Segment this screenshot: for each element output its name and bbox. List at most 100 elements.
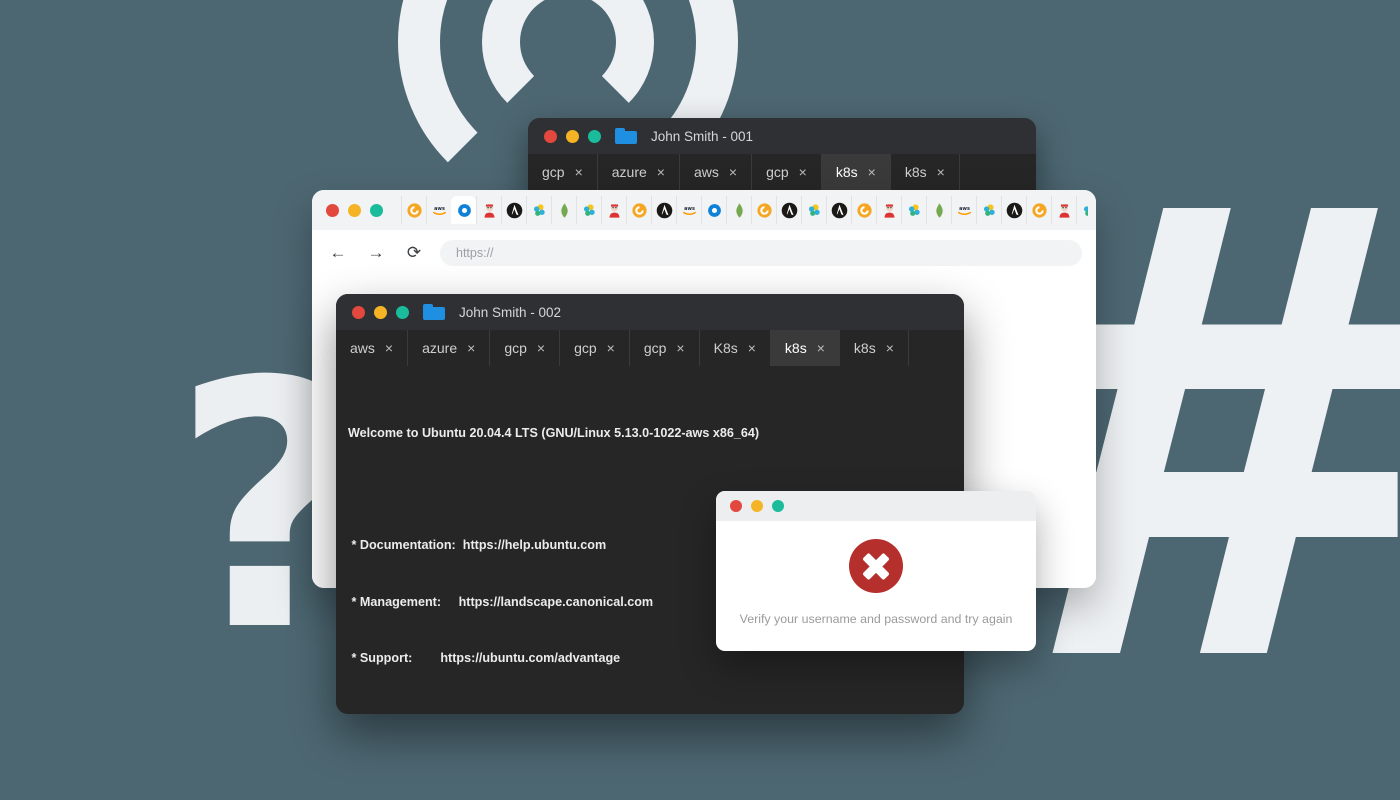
browser-tab-19[interactable] xyxy=(876,196,901,224)
terminal-tab-aws-0[interactable]: aws × xyxy=(336,330,409,366)
browser-tab-27[interactable] xyxy=(1076,196,1088,224)
tab-label: aws xyxy=(350,340,375,356)
tab-close-icon[interactable]: × xyxy=(607,341,615,355)
browser-tab-16[interactable] xyxy=(801,196,826,224)
browser-tab-9[interactable] xyxy=(626,196,651,224)
kubernetes-icon xyxy=(906,202,923,219)
terminal-tab-k8s-5[interactable]: k8s × xyxy=(891,154,960,190)
tab-close-icon[interactable]: × xyxy=(799,165,807,179)
tab-close-icon[interactable]: × xyxy=(868,165,876,179)
tab-close-icon[interactable]: × xyxy=(729,165,737,179)
azure-ring-icon xyxy=(456,202,473,219)
terminal-tab-azure-1[interactable]: azure × xyxy=(598,154,680,190)
close-button-icon[interactable] xyxy=(352,305,365,319)
browser-tab-5[interactable] xyxy=(526,196,551,224)
browser-tab-23[interactable] xyxy=(976,196,1001,224)
browser-tab-15[interactable] xyxy=(776,196,801,224)
browser-tab-20[interactable] xyxy=(901,196,926,224)
browser-tab-7[interactable] xyxy=(576,196,601,224)
traffic-lights-front[interactable] xyxy=(352,305,409,319)
maximize-button-icon[interactable] xyxy=(588,129,601,143)
error-dialog[interactable]: Verify your username and password and tr… xyxy=(716,491,1036,651)
tab-close-icon[interactable]: × xyxy=(657,165,665,179)
folder-icon xyxy=(615,128,637,144)
url-input[interactable]: https:// xyxy=(440,240,1082,266)
mongodb-icon xyxy=(931,202,948,219)
tab-close-icon[interactable]: × xyxy=(937,165,945,179)
forward-arrow-icon[interactable]: → xyxy=(364,241,388,265)
browser-tabstrip[interactable]: aws aws aws xyxy=(312,190,1096,230)
browser-tab-22[interactable]: aws xyxy=(951,196,976,224)
terminal-tab-gcp-2[interactable]: gcp × xyxy=(490,330,561,366)
close-button-icon[interactable] xyxy=(730,500,742,512)
minimize-button-icon[interactable] xyxy=(751,500,763,512)
traffic-lights-browser[interactable] xyxy=(326,203,383,217)
tab-close-icon[interactable]: × xyxy=(537,341,545,355)
browser-tab-8[interactable] xyxy=(601,196,626,224)
kubernetes-icon xyxy=(531,202,548,219)
browser-tab-14[interactable] xyxy=(751,196,776,224)
browser-tab-26[interactable] xyxy=(1051,196,1076,224)
browser-tab-0[interactable] xyxy=(401,196,426,224)
terminal-tab-aws-2[interactable]: aws × xyxy=(680,154,753,190)
browser-tab-10[interactable] xyxy=(651,196,676,224)
maximize-button-icon[interactable] xyxy=(772,500,784,512)
browser-tab-1[interactable]: aws xyxy=(426,196,451,224)
kubernetes-icon xyxy=(1081,202,1088,219)
browser-tab-18[interactable] xyxy=(851,196,876,224)
browser-tab-6[interactable] xyxy=(551,196,576,224)
tab-close-icon[interactable]: × xyxy=(467,341,475,355)
browser-toolbar[interactable]: ← → ⟳ https:// xyxy=(312,230,1096,276)
terminal-tab-gcp-3[interactable]: gcp × xyxy=(752,154,822,190)
ansible-icon xyxy=(781,202,798,219)
grafana-icon xyxy=(1031,202,1048,219)
tab-close-icon[interactable]: × xyxy=(385,341,393,355)
terminal-tab-k8s-6[interactable]: k8s × xyxy=(770,330,840,366)
jenkins-icon xyxy=(1056,202,1073,219)
tab-bar-back[interactable]: gcp × azure × aws × gcp × k8s × k8s × xyxy=(528,154,1036,190)
folder-icon xyxy=(423,304,445,320)
close-button-icon[interactable] xyxy=(326,203,339,217)
favicon-tab-list[interactable]: aws aws aws xyxy=(401,196,1088,224)
browser-tab-4[interactable] xyxy=(501,196,526,224)
minimize-button-icon[interactable] xyxy=(348,203,361,217)
browser-tab-24[interactable] xyxy=(1001,196,1026,224)
browser-tab-25[interactable] xyxy=(1026,196,1051,224)
tab-close-icon[interactable]: × xyxy=(676,341,684,355)
browser-tab-17[interactable] xyxy=(826,196,851,224)
terminal-tab-azure-1[interactable]: azure × xyxy=(408,330,491,366)
back-arrow-icon[interactable]: ← xyxy=(326,241,350,265)
kubernetes-icon xyxy=(981,202,998,219)
browser-tab-12[interactable] xyxy=(701,196,726,224)
traffic-lights-back[interactable] xyxy=(544,129,601,143)
minimize-button-icon[interactable] xyxy=(566,129,579,143)
maximize-button-icon[interactable] xyxy=(370,203,383,217)
browser-tab-11[interactable]: aws xyxy=(676,196,701,224)
terminal-tab-k8s-5[interactable]: K8s × xyxy=(700,330,771,366)
traffic-lights-dialog[interactable] xyxy=(730,500,784,512)
grafana-icon xyxy=(631,202,648,219)
reload-icon[interactable]: ⟳ xyxy=(402,241,426,265)
terminal-tab-gcp-3[interactable]: gcp × xyxy=(560,330,630,366)
tab-close-icon[interactable]: × xyxy=(748,341,756,355)
terminal-tab-gcp-4[interactable]: gcp × xyxy=(630,330,700,366)
tab-bar-front[interactable]: aws × azure × gcp × gcp × gcp × K8s × k8s × k8s × xyxy=(336,330,964,366)
terminal-tab-gcp-0[interactable]: gcp × xyxy=(528,154,598,190)
browser-tab-13[interactable] xyxy=(726,196,751,224)
aws-icon: aws xyxy=(681,202,698,219)
tab-close-icon[interactable]: × xyxy=(817,341,825,355)
ansible-icon xyxy=(1006,202,1023,219)
tab-close-icon[interactable]: × xyxy=(575,165,583,179)
close-button-icon[interactable] xyxy=(544,129,557,143)
tab-close-icon[interactable]: × xyxy=(886,341,894,355)
terminal-tab-k8s-4[interactable]: k8s × xyxy=(821,154,891,190)
terminal-tab-k8s-7[interactable]: k8s × xyxy=(840,330,909,366)
kubernetes-icon xyxy=(581,202,598,219)
maximize-button-icon[interactable] xyxy=(396,305,409,319)
browser-tab-3[interactable] xyxy=(476,196,501,224)
browser-tab-2[interactable] xyxy=(451,196,476,224)
minimize-button-icon[interactable] xyxy=(374,305,387,319)
browser-tab-21[interactable] xyxy=(926,196,951,224)
window-title-front: John Smith - 002 xyxy=(459,304,562,320)
